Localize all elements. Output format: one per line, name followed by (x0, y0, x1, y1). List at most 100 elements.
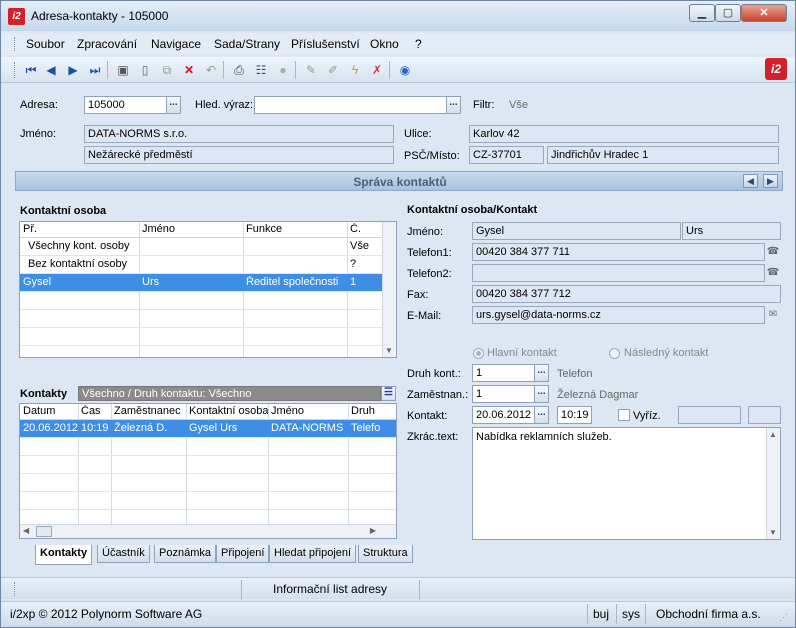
col-header-funkce[interactable]: Funkce (246, 223, 282, 235)
contacts-filter-value[interactable]: Všechno / Druh kontaktu: Všechno (78, 386, 381, 401)
col-header-cas[interactable]: Čas (81, 405, 101, 417)
menu-navigace[interactable]: Navigace (151, 37, 201, 51)
menu-help[interactable]: ? (415, 37, 422, 51)
internet-icon[interactable]: ◉ (397, 62, 413, 78)
hled-vyraz-input[interactable] (254, 96, 447, 114)
maximize-button[interactable]: ▢ (715, 4, 741, 22)
disabled-circle-icon[interactable]: ● (275, 62, 291, 78)
dial-phone-icon[interactable]: ☎ (766, 245, 780, 259)
tab-struktura[interactable]: Struktura (358, 545, 413, 563)
info-bar: Informační list adresy (1, 577, 795, 600)
table-row-selected[interactable]: 20.06.2012 10:19 Železná D. Gysel Urs DA… (20, 420, 396, 438)
nasledny-kontakt-radio[interactable] (609, 348, 620, 359)
undo-icon[interactable]: ↶ (203, 62, 219, 78)
col-header-cislo[interactable]: Č. (350, 223, 361, 235)
scroll-down-icon[interactable]: ▼ (385, 346, 393, 355)
edit-pen-icon[interactable]: ✎ (303, 62, 319, 78)
col-header-datum[interactable]: Datum (23, 405, 55, 417)
persons-grid: Př. Jméno Funkce Č. Všechny kont. osoby … (19, 221, 397, 358)
zamestnanec-lookup-button[interactable]: ... (534, 385, 549, 403)
col-header-druh[interactable]: Druh (351, 405, 375, 417)
contacts-filter-menu-icon[interactable]: ☰ (381, 386, 396, 401)
contacts-grid-header: Datum Čas Zaměstnanec Kontaktní osoba Jm… (20, 404, 396, 420)
persons-scrollbar[interactable]: ▼ (382, 222, 396, 357)
contacts-h-scrollbar[interactable]: ◀ ▶ (20, 524, 396, 538)
table-row[interactable]: Bez kontaktní osoby ? (20, 256, 396, 274)
kontakt-time-input[interactable]: 10:19 (557, 406, 592, 424)
table-row-empty[interactable] (20, 292, 396, 310)
col-header-jmeno[interactable]: Jméno (271, 405, 304, 417)
table-row-empty[interactable] (20, 310, 396, 328)
table-row-empty[interactable] (20, 328, 396, 346)
resize-grip-icon[interactable]: ⋰ (779, 612, 788, 623)
tab-pripojeni[interactable]: Připojení (216, 545, 270, 563)
tab-hledat-pripojeni[interactable]: Hledat připojení (269, 545, 357, 563)
filter-clear-icon[interactable]: ✗ (369, 62, 385, 78)
table-row-empty[interactable] (20, 456, 396, 474)
next-record-icon[interactable]: ▶ (65, 62, 81, 78)
col-header-jmeno[interactable]: Jméno (142, 223, 175, 235)
first-record-icon[interactable]: ⏮ (23, 62, 39, 78)
hlavni-kontakt-radio[interactable] (473, 348, 484, 359)
copy-icon[interactable]: ⧉ (159, 62, 175, 78)
zkraceny-text-scrollbar[interactable]: ▲ ▼ (766, 428, 780, 539)
informacni-list-button[interactable]: Informační list adresy (273, 582, 387, 596)
last-record-icon[interactable]: ⏭ (87, 62, 103, 78)
kontakt-date-input[interactable]: 20.06.2012 (472, 406, 535, 424)
toolbar-grip[interactable] (14, 62, 16, 78)
infobar-grip[interactable] (14, 582, 16, 596)
zamestnanec-label: Zaměstnan.: (407, 389, 469, 401)
kontakt-date-picker-button[interactable]: ... (534, 406, 549, 424)
table-row-selected[interactable]: Gysel Urs Ředitel společnosti 1 (20, 274, 382, 292)
table-row-empty[interactable] (20, 492, 396, 510)
fax-value: 00420 384 377 712 (472, 285, 781, 303)
dial-phone-icon[interactable]: ☎ (766, 266, 780, 280)
col-header-prijmeni[interactable]: Př. (23, 223, 37, 235)
hled-vyraz-lookup-button[interactable]: ... (446, 96, 461, 114)
tab-ucastnik[interactable]: Účastník (97, 545, 150, 563)
menu-grip[interactable] (14, 37, 16, 51)
vyrizeno-label: Vyříz. (633, 410, 661, 422)
new-document-icon[interactable]: ▯ (137, 62, 153, 78)
save-icon[interactable]: ▣ (115, 62, 131, 78)
section-next-button[interactable]: ▶ (763, 174, 778, 188)
pencil-icon[interactable]: ✐ (325, 62, 341, 78)
minimize-button[interactable]: ▁ (689, 4, 715, 22)
druh-kontaktu-lookup-button[interactable]: ... (534, 364, 549, 382)
print-icon[interactable]: ⎙ (231, 62, 247, 78)
druh-kontaktu-input[interactable]: 1 (472, 364, 535, 382)
menu-sada-strany[interactable]: Sada/Strany (214, 37, 280, 51)
delete-icon[interactable]: ✕ (181, 62, 197, 78)
previous-record-icon[interactable]: ◀ (43, 62, 59, 78)
scroll-down-icon[interactable]: ▼ (769, 528, 777, 537)
status-firm: Obchodní firma a.s. (656, 607, 761, 621)
scroll-up-icon[interactable]: ▲ (769, 430, 777, 439)
col-header-kontaktni-osoba[interactable]: Kontaktní osoba (189, 405, 269, 417)
col-header-zamestnanec[interactable]: Zaměstnanec (114, 405, 181, 417)
adresa-input[interactable]: 105000 (84, 96, 167, 114)
menu-prislusenstvi[interactable]: Příslušenství (291, 37, 360, 51)
send-mail-icon[interactable]: ✉ (766, 308, 780, 322)
wand-icon[interactable]: ϟ (347, 62, 363, 78)
structure-icon[interactable]: ☷ (253, 62, 269, 78)
table-row-empty[interactable] (20, 474, 396, 492)
menu-soubor[interactable]: Soubor (26, 37, 65, 51)
menu-bar: Soubor Zpracování Navigace Sada/Strany P… (1, 33, 795, 55)
infobar-separator (419, 580, 420, 600)
scroll-right-icon[interactable]: ▶ (370, 526, 376, 535)
scroll-left-icon[interactable]: ◀ (23, 526, 29, 535)
table-row-empty[interactable] (20, 438, 396, 456)
toolbar-separator (223, 61, 224, 79)
scroll-thumb[interactable] (36, 526, 52, 537)
zkraceny-text-area[interactable]: Nabídka reklamních služeb. (472, 427, 781, 540)
section-prev-button[interactable]: ◀ (743, 174, 758, 188)
close-button[interactable]: ✕ (741, 4, 787, 22)
menu-okno[interactable]: Okno (370, 37, 399, 51)
menu-zpracovani[interactable]: Zpracování (77, 37, 137, 51)
zamestnanec-input[interactable]: 1 (472, 385, 535, 403)
adresa-lookup-button[interactable]: ... (166, 96, 181, 114)
tab-poznamka[interactable]: Poznámka (154, 545, 216, 563)
vyrizeno-checkbox[interactable] (618, 409, 630, 421)
tab-kontakty[interactable]: Kontakty (35, 545, 93, 565)
table-row[interactable]: Všechny kont. osoby Vše (20, 238, 396, 256)
